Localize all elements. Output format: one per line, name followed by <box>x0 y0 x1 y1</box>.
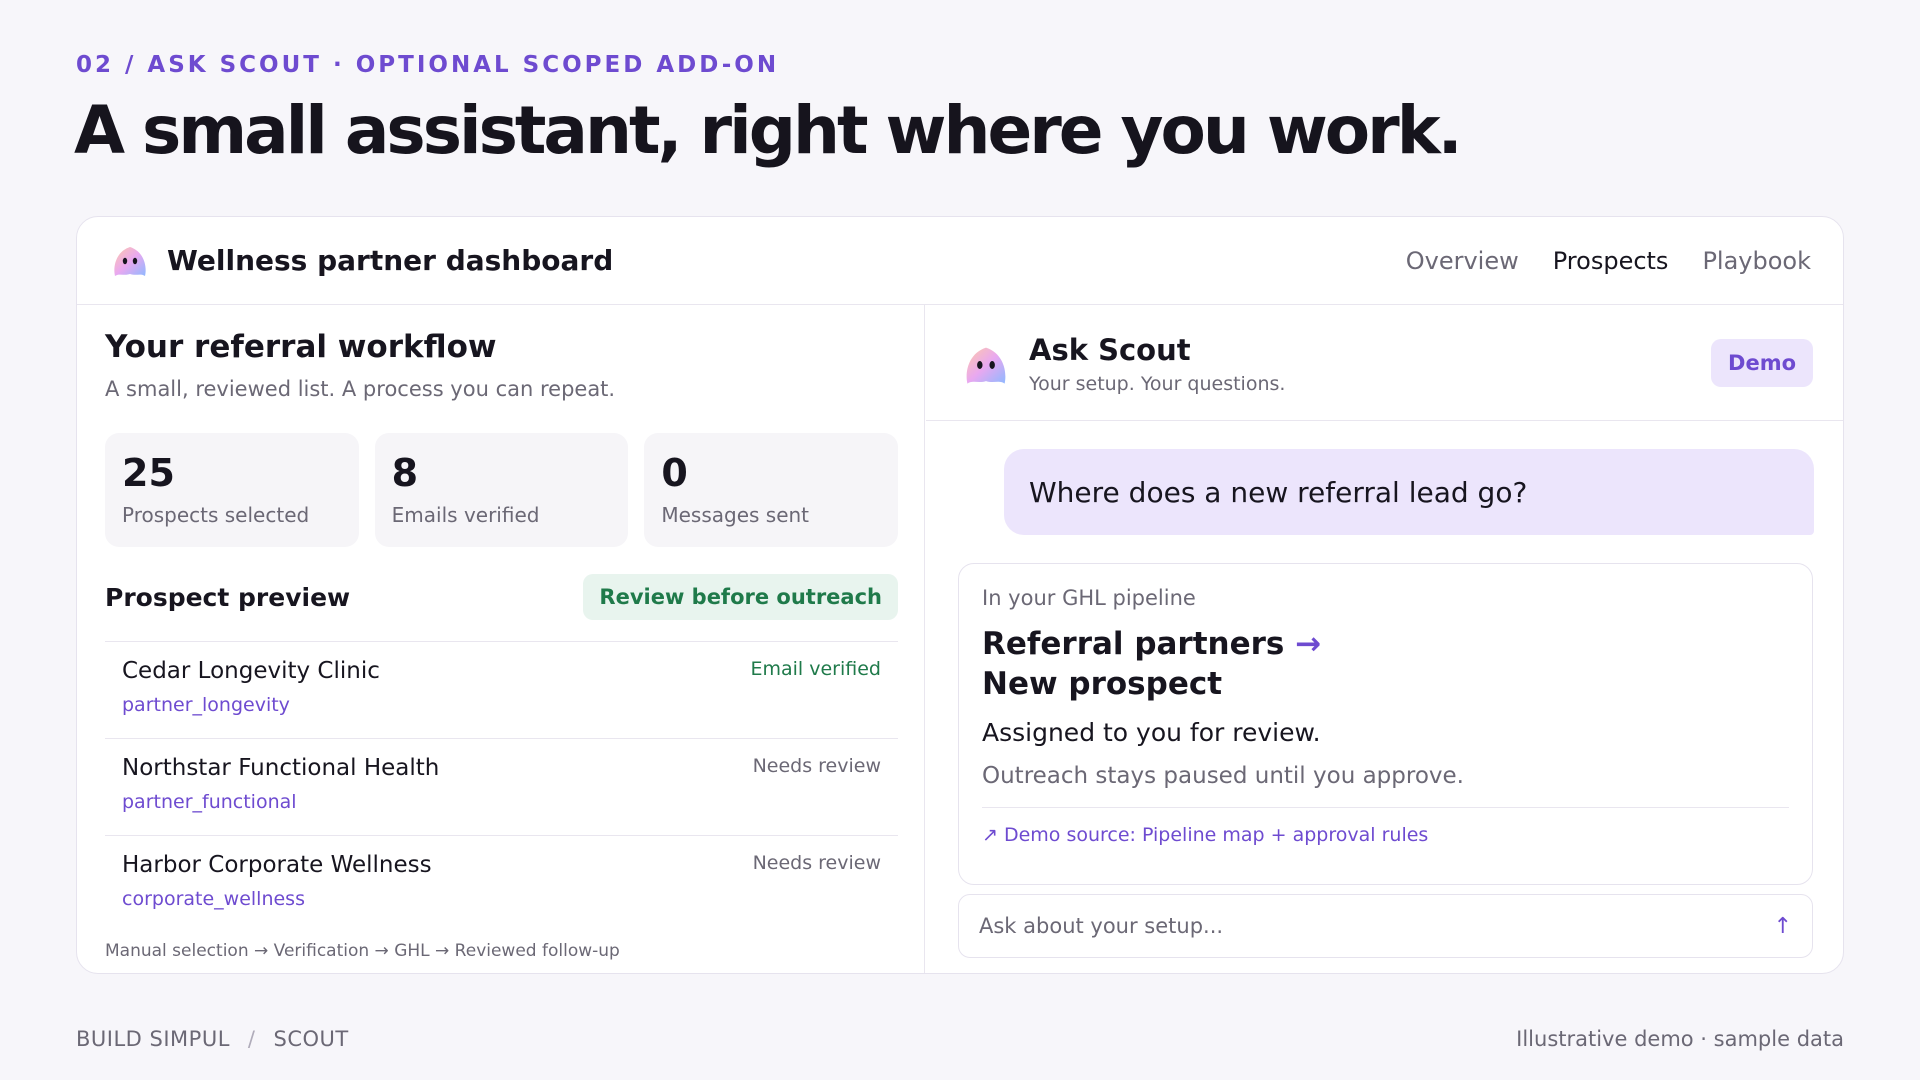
prospect-tag: partner_longevity <box>122 694 290 716</box>
eyebrow: 02 / ASK SCOUT · OPTIONAL SCOPED ADD-ON <box>76 52 780 78</box>
answer-assignment: Assigned to you for review. <box>982 718 1321 747</box>
destination-line-1: Referral partners <box>982 626 1285 662</box>
prospect-status: Email verified <box>750 658 882 680</box>
nav-prospects[interactable]: Prospects <box>1553 247 1669 275</box>
nav-playbook[interactable]: Playbook <box>1702 247 1811 275</box>
arrow-right-icon: → <box>1295 626 1322 662</box>
stat-label: Messages sent <box>661 503 810 527</box>
dashboard-nav: Overview Prospects Playbook <box>1406 247 1811 275</box>
stats-row: 25 Prospects selected 8 Emails verified … <box>105 433 899 547</box>
dashboard-header: Wellness partner dashboard Overview Pros… <box>77 217 1843 305</box>
answer-source-link[interactable]: ↗ Demo source: Pipeline map + approval r… <box>982 824 1789 846</box>
stat-value: 25 <box>122 451 175 495</box>
scout-logo-icon <box>114 246 146 276</box>
footer-brand-name: BUILD SIMPUL <box>76 1027 230 1051</box>
review-badge: Review before outreach <box>583 574 898 620</box>
prospect-status: Needs review <box>752 852 881 874</box>
footer-separator: / <box>247 1027 256 1051</box>
stat-emails-verified: 8 Emails verified <box>374 433 629 547</box>
stat-prospects-selected: 25 Prospects selected <box>105 433 359 547</box>
workflow-panel: Your referral workflow A small, reviewed… <box>77 305 925 973</box>
ask-box: ↑ <box>958 894 1813 958</box>
stat-messages-sent: 0 Messages sent <box>644 433 899 547</box>
scout-name: Ask Scout <box>1029 333 1191 367</box>
answer-context: In your GHL pipeline <box>982 586 1196 610</box>
send-arrow-icon[interactable]: ↑ <box>1774 914 1792 939</box>
list-item[interactable]: Cedar Longevity Clinic partner_longevity… <box>105 641 898 738</box>
prospect-preview-title: Prospect preview <box>105 582 351 612</box>
answer-divider <box>982 807 1789 808</box>
ask-input[interactable] <box>979 914 1774 938</box>
list-item[interactable]: Harbor Corporate Wellness corporate_well… <box>105 835 898 932</box>
nav-overview[interactable]: Overview <box>1406 247 1519 275</box>
stat-value: 8 <box>391 451 419 495</box>
scout-subtitle: Your setup. Your questions. <box>1029 373 1286 395</box>
dashboard-title: Wellness partner dashboard <box>167 244 614 277</box>
answer-destination: Referral partners → New prospect <box>982 624 1789 704</box>
prospect-preview-header: Prospect preview Review before outreach <box>105 573 898 621</box>
prospect-tag: partner_functional <box>122 791 297 813</box>
workflow-title: Your referral workflow <box>105 329 497 365</box>
footer-note: Illustrative demo · sample data <box>1516 1027 1844 1051</box>
workflow-steps: Manual selection → Verification → GHL → … <box>105 941 620 961</box>
stat-label: Prospects selected <box>122 503 310 527</box>
stat-label: Emails verified <box>391 503 540 527</box>
prospect-status: Needs review <box>752 755 881 777</box>
footer-product: SCOUT <box>273 1027 349 1051</box>
stat-value: 0 <box>661 451 688 495</box>
prospect-tag: corporate_wellness <box>122 888 305 910</box>
scout-avatar-icon <box>966 347 1006 384</box>
scout-answer-card: In your GHL pipeline Referral partners →… <box>958 563 1813 885</box>
headline: A small assistant, right where you work. <box>74 92 1463 169</box>
footer-brand: BUILD SIMPUL / SCOUT <box>76 1027 349 1051</box>
scout-header: Ask Scout Your setup. Your questions. De… <box>926 305 1843 421</box>
prospect-list: Cedar Longevity Clinic partner_longevity… <box>105 641 898 932</box>
workflow-subtitle: A small, reviewed list. A process you ca… <box>105 377 616 401</box>
scout-panel: Ask Scout Your setup. Your questions. De… <box>926 305 1843 973</box>
answer-note: Outreach stays paused until you approve. <box>982 763 1464 789</box>
user-question-bubble: Where does a new referral lead go? <box>1004 449 1814 535</box>
demo-badge: Demo <box>1711 339 1813 387</box>
dashboard-card: Wellness partner dashboard Overview Pros… <box>76 216 1844 974</box>
list-item[interactable]: Northstar Functional Health partner_func… <box>105 738 898 835</box>
destination-line-2: New prospect <box>982 666 1223 702</box>
